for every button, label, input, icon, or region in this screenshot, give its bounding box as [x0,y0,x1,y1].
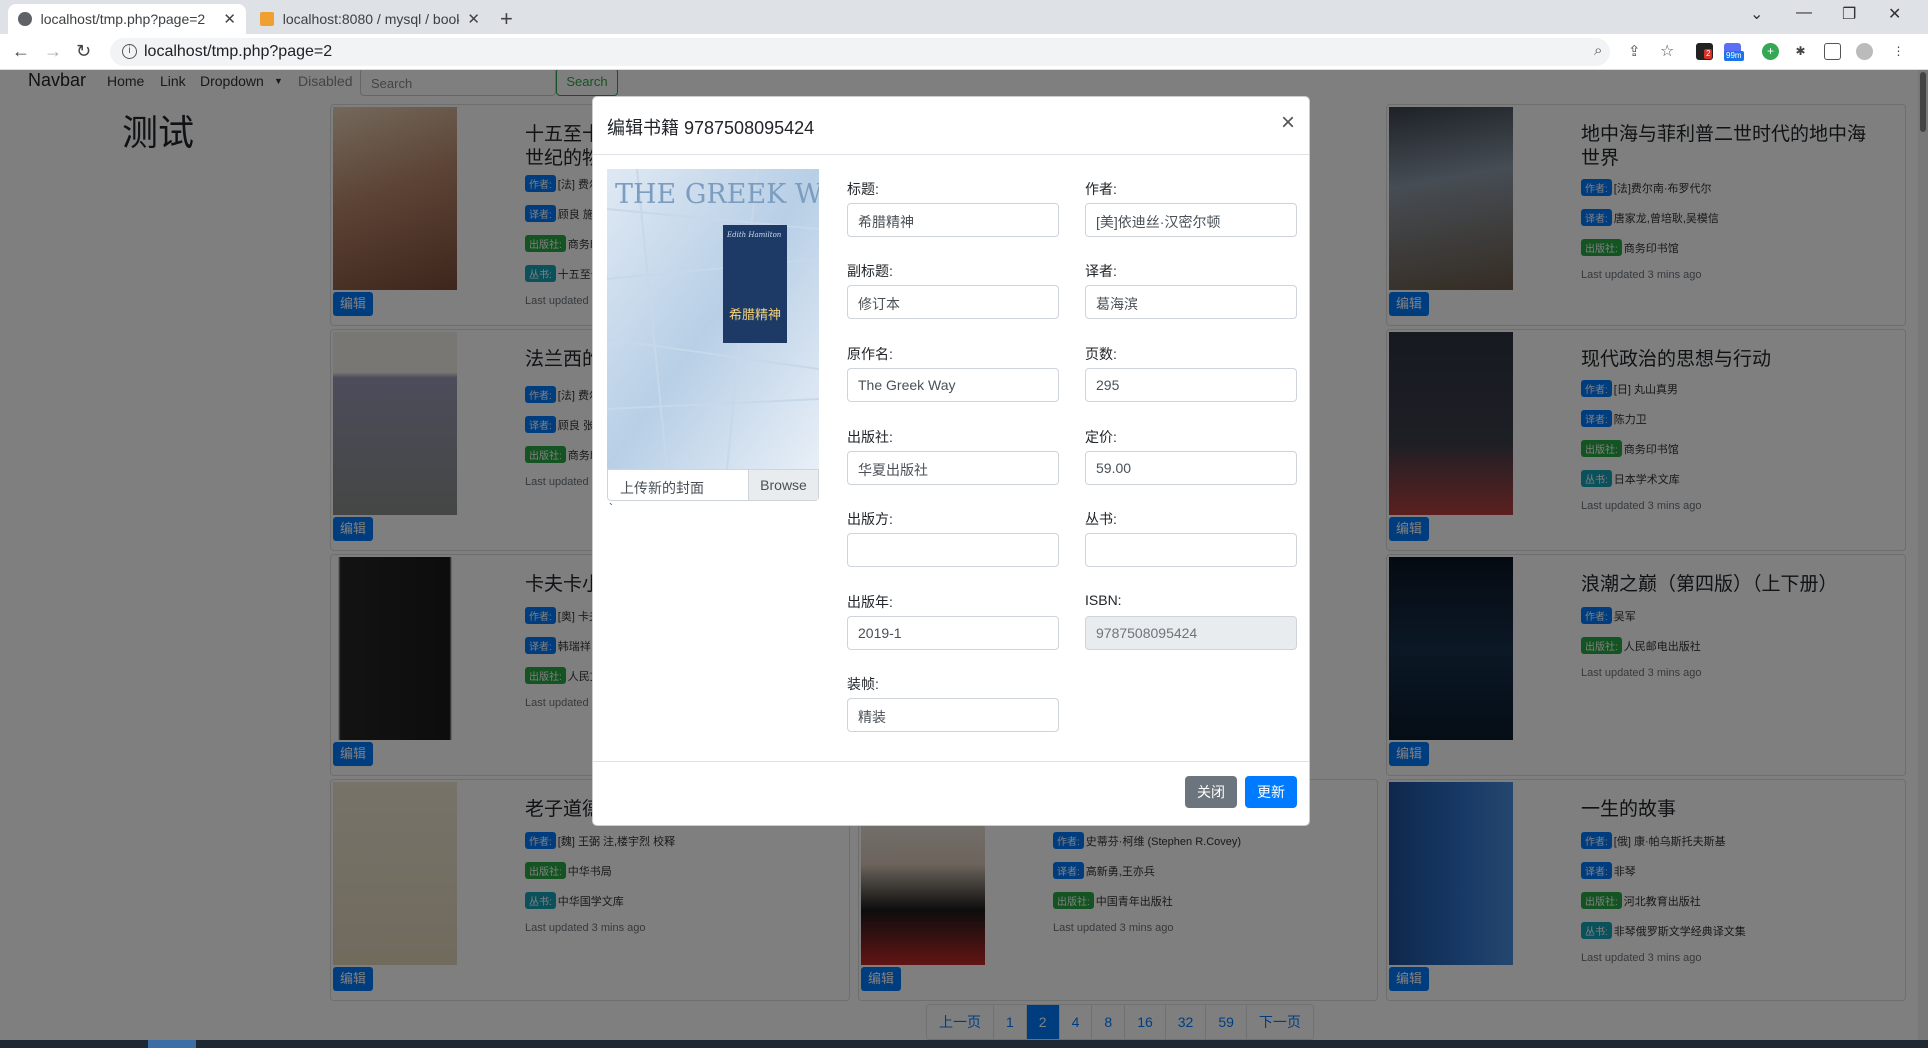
edit-book-modal: 编辑书籍 9787508095424 × THE GREEK WAY Edith… [592,96,1310,826]
modal-footer: 关闭 更新 [593,761,1309,825]
tab-title: localhost:8080 / mysql / book [282,11,460,27]
reload-icon[interactable]: ↻ [76,41,91,62]
title-input[interactable]: 希腊精神 [847,203,1059,237]
address-bar[interactable]: i localhost/tmp.php?page=2 ⌕ ⇪ ☆ [110,38,1674,66]
modal-header: 编辑书籍 9787508095424 × [593,97,1309,155]
browser-tab-strip: localhost/tmp.php?page=2 ✕ localhost:808… [0,0,1928,34]
price-input[interactable]: 59.00 [1085,451,1297,485]
tab-search-icon[interactable]: ⌄ [1750,4,1763,24]
close-button[interactable]: 关闭 [1185,776,1237,808]
series-input[interactable] [1085,533,1297,567]
cover-file-input[interactable]: 上传新的封面 Browse [607,469,819,501]
extension-icon[interactable]: 99m [1724,43,1744,61]
share-icon[interactable]: ⇪ [1628,42,1641,60]
minimize-icon[interactable]: — [1796,4,1812,22]
update-button[interactable]: 更新 [1245,776,1297,808]
modal-title: 编辑书籍 9787508095424 [607,118,815,138]
url-text: localhost/tmp.php?page=2 [144,43,333,60]
pages-label: 页数: [1085,346,1117,362]
close-window-icon[interactable]: ✕ [1888,4,1901,24]
os-taskbar [0,1040,1928,1048]
back-icon[interactable]: ← [12,41,30,62]
plus-extension-icon[interactable]: + [1762,43,1779,60]
puzzle-icon[interactable]: ✱ [1792,43,1809,60]
isbn-label: ISBN: [1085,592,1122,608]
binding-input[interactable]: 精装 [847,698,1059,732]
subtitle-input[interactable]: 修订本 [847,285,1059,319]
info-icon[interactable]: i [122,44,137,59]
cover-author-en: Edith Hamilton [726,231,782,239]
extension-badge: 2 [1704,49,1713,59]
taskbar-active-app[interactable] [148,1040,196,1048]
subtitle-label: 副标题: [847,263,893,279]
extension-icon[interactable]: 2 [1696,43,1713,60]
browser-tab[interactable]: localhost:8080 / mysql / book ✕ [250,4,490,34]
translator-label: 译者: [1085,263,1117,279]
close-tab-icon[interactable]: ✕ [223,10,236,28]
browse-button[interactable]: Browse [748,470,818,500]
pages-input[interactable]: 295 [1085,368,1297,402]
cover-title-cn: 希腊精神 [729,308,781,323]
new-tab-icon[interactable]: + [500,6,513,32]
zoom-icon[interactable]: ⌕ [1594,42,1602,59]
bookmark-star-icon[interactable]: ☆ [1660,41,1674,61]
publisher-input[interactable]: 华夏出版社 [847,451,1059,485]
price-label: 定价: [1085,429,1117,445]
book-cover-preview: THE GREEK WAY Edith Hamilton 希腊精神 [606,168,859,470]
forward-icon[interactable]: → [44,41,62,62]
maximize-icon[interactable]: ❐ [1842,4,1856,24]
globe-icon [18,12,32,26]
close-icon[interactable]: × [1281,109,1295,137]
menu-icon[interactable]: ⋮ [1890,43,1907,60]
producer-label: 出版方: [847,511,893,527]
binding-label: 装帧: [847,676,879,692]
browser-tab-active[interactable]: localhost/tmp.php?page=2 ✕ [8,4,246,34]
isbn-input: 9787508095424 [1085,616,1297,650]
profile-avatar[interactable] [1856,43,1873,60]
author-input[interactable]: [美]依迪丝·汉密尔顿 [1085,203,1297,237]
pub-year-input[interactable]: 2019-1 [847,616,1059,650]
tab-title: localhost/tmp.php?page=2 [40,11,206,27]
cover-image: THE GREEK WAY Edith Hamilton 希腊精神 [606,168,859,470]
phpmyadmin-icon [260,12,274,26]
file-input-label: 上传新的封面 [620,480,704,496]
author-label: 作者: [1085,181,1117,197]
original-title-input[interactable]: The Greek Way [847,368,1059,402]
original-title-label: 原作名: [847,346,893,362]
stray-backtick: ` [609,501,613,515]
sidebar-icon[interactable] [1824,43,1841,60]
series-label: 丛书: [1085,511,1117,527]
title-label: 标题: [847,181,879,197]
publisher-label: 出版社: [847,429,893,445]
close-tab-icon[interactable]: ✕ [467,10,480,28]
producer-input[interactable] [847,533,1059,567]
browser-toolbar: ← → ↻ i localhost/tmp.php?page=2 ⌕ ⇪ ☆ 2… [0,34,1928,70]
cover-title-en: THE GREEK WAY [615,179,819,210]
translator-input[interactable]: 葛海滨 [1085,285,1297,319]
pub-year-label: 出版年: [847,594,893,610]
extension-badge: 99m [1724,51,1744,61]
